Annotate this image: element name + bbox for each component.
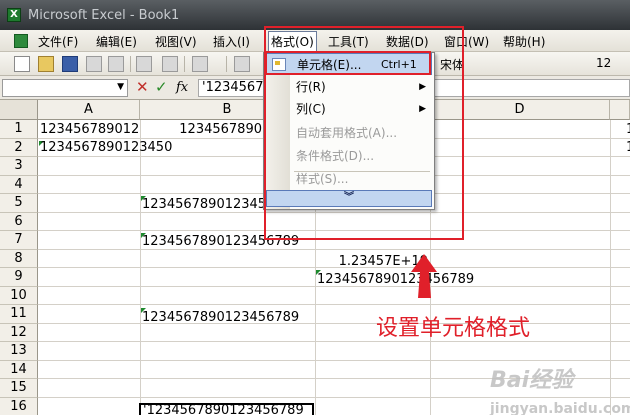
row-gridline	[38, 248, 630, 250]
toolbar-separator	[184, 56, 185, 72]
row-header-10[interactable]: 10	[0, 286, 38, 305]
name-box[interactable]: ▼	[2, 79, 128, 97]
row-header-12[interactable]: 12	[0, 323, 38, 342]
format-cells-icon	[272, 58, 286, 71]
row-header-4[interactable]: 4	[0, 175, 38, 194]
cell-e2[interactable]: 1	[624, 140, 630, 156]
cell-c8[interactable]: 1.23457E+19	[315, 254, 430, 270]
menu-item-style[interactable]: 样式(S)...	[266, 168, 432, 190]
cell-a2[interactable]: 1234567890123450	[38, 140, 172, 156]
row-header-7[interactable]: 7	[0, 231, 38, 250]
new-icon[interactable]	[14, 56, 30, 72]
window-title: Microsoft Excel - Book1	[28, 8, 180, 23]
row-header-1[interactable]: 1	[0, 120, 38, 139]
menu-item-conditional-formatting[interactable]: 条件格式(D)...	[266, 145, 432, 167]
toolbar-separator	[226, 56, 227, 72]
row-header-11[interactable]: 11	[0, 305, 38, 324]
double-chevron-down-icon[interactable]: ︾	[266, 190, 432, 207]
annotation-text: 设置单元格格式	[376, 316, 531, 341]
toolbar-separator	[130, 56, 131, 72]
submenu-arrow-icon: ▶	[419, 82, 426, 92]
column-header-d[interactable]: D	[430, 100, 610, 120]
format-menu-dropdown: 单元格(E)... Ctrl+1 行(R) ▶ 列(C) ▶ 自动套用格式(A)…	[263, 52, 435, 210]
menu-item-cells-shortcut: Ctrl+1	[381, 58, 417, 71]
menu-window[interactable]: 窗口(W)	[444, 33, 489, 50]
menu-insert[interactable]: 插入(I)	[213, 33, 250, 50]
cancel-icon[interactable]: ✕	[136, 78, 149, 96]
cell-b7[interactable]: 1234567890123456789	[140, 234, 299, 250]
menu-item-style-label: 样式(S)...	[296, 172, 349, 186]
menu-tools[interactable]: 工具(T)	[328, 33, 369, 50]
menu-format[interactable]: 格式(O)	[268, 31, 317, 52]
row-gridline	[38, 230, 630, 231]
open-icon[interactable]	[38, 56, 54, 72]
menu-item-row[interactable]: 行(R) ▶	[266, 76, 432, 98]
excel-app-icon[interactable]: X	[7, 8, 21, 22]
menu-help[interactable]: 帮助(H)	[503, 33, 545, 50]
menu-bar: 文件(F) 编辑(E) 视图(V) 插入(I) 格式(O) 工具(T) 数据(D…	[0, 30, 630, 52]
permission-icon[interactable]	[86, 56, 102, 72]
row-header-15[interactable]: 15	[0, 379, 38, 398]
menu-item-cells-label: 单元格(E)...	[297, 58, 362, 72]
row-header-5[interactable]: 5	[0, 194, 38, 213]
submenu-arrow-icon: ▶	[419, 104, 426, 114]
row-header-2[interactable]: 2	[0, 138, 38, 157]
row-header-16[interactable]: 16	[0, 397, 38, 415]
menu-view[interactable]: 视图(V)	[155, 33, 197, 50]
column-header-a[interactable]: A	[38, 100, 140, 120]
enter-icon[interactable]: ✓	[155, 78, 168, 96]
menu-item-column-label: 列(C)	[296, 102, 326, 116]
row-header-9[interactable]: 9	[0, 268, 38, 287]
email-icon[interactable]	[108, 56, 124, 72]
row-header-8[interactable]: 8	[0, 249, 38, 268]
menu-item-autoformat-label: 自动套用格式(A)...	[296, 126, 398, 140]
menu-item-column[interactable]: 列(C) ▶	[266, 98, 432, 120]
row-header-6[interactable]: 6	[0, 212, 38, 231]
menu-item-row-label: 行(R)	[296, 80, 326, 94]
row-gridline	[38, 322, 630, 324]
print-icon[interactable]	[136, 56, 152, 72]
insert-function-icon[interactable]: fx	[176, 80, 188, 95]
workbook-icon[interactable]	[14, 34, 28, 48]
cell-c9[interactable]: 1234567890123456789	[315, 272, 474, 288]
undo-icon[interactable]	[234, 56, 250, 72]
select-all-corner[interactable]	[0, 100, 38, 120]
menu-item-cells[interactable]: 单元格(E)... Ctrl+1	[266, 53, 432, 75]
menu-file[interactable]: 文件(F)	[38, 33, 78, 50]
font-name-select[interactable]: 宋体	[437, 55, 587, 73]
watermark-text: Bai	[490, 368, 530, 393]
watermark-text2: 经验	[529, 368, 574, 393]
save-icon[interactable]	[62, 56, 78, 72]
title-bar: X Microsoft Excel - Book1	[0, 0, 630, 30]
cell-b1[interactable]: 1234567890	[140, 122, 264, 138]
row-gridline	[38, 341, 630, 342]
row-header-14[interactable]: 14	[0, 360, 38, 379]
font-size-select[interactable]: 12	[593, 55, 630, 73]
menu-data[interactable]: 数据(D)	[386, 33, 429, 50]
cell-b11[interactable]: 1234567890123456789	[140, 310, 299, 326]
name-box-dropdown-icon[interactable]: ▼	[117, 82, 124, 92]
active-cell-b16[interactable]: '1234567890123456789	[139, 403, 314, 415]
row-gridline	[38, 211, 630, 213]
paste-icon[interactable]	[192, 56, 208, 72]
print-preview-icon[interactable]	[162, 56, 178, 72]
row-gridline	[38, 359, 630, 361]
menu-item-autoformat[interactable]: 自动套用格式(A)...	[266, 122, 432, 144]
watermark-logo: Bai经验 jingyan.baidu.com	[490, 362, 630, 415]
watermark-sub: jingyan.baidu.com	[490, 401, 630, 415]
menu-edit[interactable]: 编辑(E)	[96, 33, 137, 50]
column-header-e[interactable]	[610, 100, 630, 120]
row-header-3[interactable]: 3	[0, 157, 38, 176]
row-header-13[interactable]: 13	[0, 342, 38, 361]
row-gridline	[38, 304, 630, 305]
cell-a1[interactable]: 123456789012	[38, 122, 139, 138]
cell-e1[interactable]: 1	[624, 122, 630, 138]
menu-item-conditional-label: 条件格式(D)...	[296, 149, 375, 163]
